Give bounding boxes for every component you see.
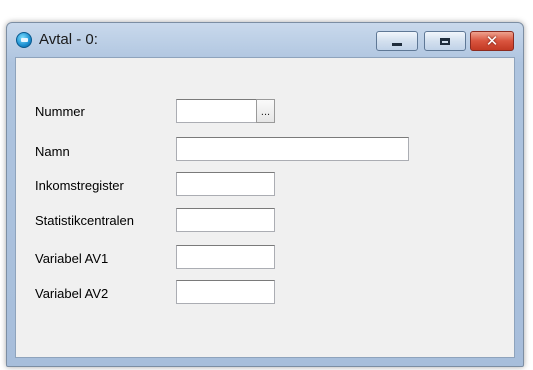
form-panel: Nummer ... Namn Inkomstregister Statisti… <box>15 57 515 358</box>
namn-input[interactable] <box>176 137 409 161</box>
close-icon: ✕ <box>485 32 499 50</box>
variabel-av2-input[interactable] <box>176 280 275 304</box>
label-statistikcentralen: Statistikcentralen <box>35 213 134 228</box>
nummer-input[interactable] <box>176 99 257 123</box>
inkomstregister-input[interactable] <box>176 172 275 196</box>
label-nummer: Nummer <box>35 104 85 119</box>
app-icon <box>16 32 32 48</box>
title-bar[interactable]: Avtal - 0: ✕ <box>7 23 523 57</box>
label-namn: Namn <box>35 144 70 159</box>
label-variabel-av2: Variabel AV2 <box>35 286 109 301</box>
label-variabel-av1: Variabel AV1 <box>35 251 109 266</box>
close-button[interactable]: ✕ <box>470 31 514 51</box>
minimize-icon <box>392 42 402 46</box>
maximize-button[interactable] <box>424 31 466 51</box>
minimize-button[interactable] <box>376 31 418 51</box>
nummer-browse-button[interactable]: ... <box>256 99 275 123</box>
dialog-window: Avtal - 0: ✕ Nummer ... Namn Inkomstregi… <box>6 22 524 367</box>
window-title: Avtal - 0: <box>39 31 98 48</box>
statistikcentralen-input[interactable] <box>176 208 275 232</box>
maximize-icon <box>440 37 450 45</box>
label-inkomstregister: Inkomstregister <box>35 178 124 193</box>
variabel-av1-input[interactable] <box>176 245 275 269</box>
